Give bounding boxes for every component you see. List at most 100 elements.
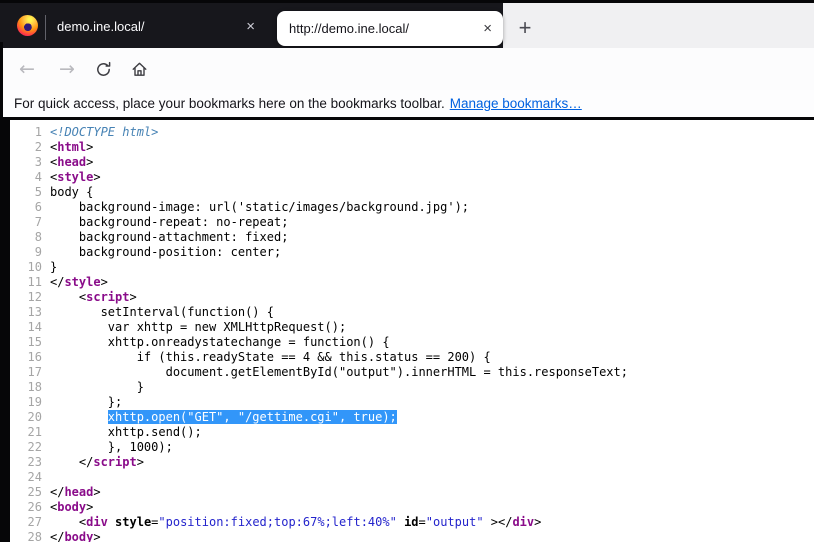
line-number: 19 xyxy=(10,395,42,410)
code-text: <html> xyxy=(42,140,93,155)
line-number: 1 xyxy=(10,125,42,140)
line-number: 17 xyxy=(10,365,42,380)
code-text xyxy=(42,470,50,485)
code-text: </style> xyxy=(42,275,108,290)
tab-label: demo.ine.local/ xyxy=(46,19,242,34)
source-line: 23 </script> xyxy=(10,455,814,470)
reload-icon xyxy=(95,61,112,78)
source-line: 20 xhttp.open("GET", "/gettime.cgi", tru… xyxy=(10,410,814,425)
source-line: 21 xhttp.send(); xyxy=(10,425,814,440)
line-number: 28 xyxy=(10,530,42,542)
line-number: 14 xyxy=(10,320,42,335)
line-number: 24 xyxy=(10,470,42,485)
line-number: 4 xyxy=(10,170,42,185)
home-button[interactable] xyxy=(124,54,154,84)
source-line: 11</style> xyxy=(10,275,814,290)
line-number: 13 xyxy=(10,305,42,320)
code-text: background-image: url('static/images/bac… xyxy=(42,200,469,215)
code-text: var xhttp = new XMLHttpRequest(); xyxy=(42,320,346,335)
code-text: background-attachment: fixed; xyxy=(42,230,288,245)
source-line: 14 var xhttp = new XMLHttpRequest(); xyxy=(10,320,814,335)
line-number: 3 xyxy=(10,155,42,170)
source-line: 25</head> xyxy=(10,485,814,500)
code-text: if (this.readyState == 4 && this.status … xyxy=(42,350,491,365)
tab-close-icon[interactable]: × xyxy=(479,21,503,36)
tab-close-icon[interactable]: × xyxy=(242,19,265,34)
back-arrow-icon: ← xyxy=(19,60,35,79)
home-icon xyxy=(131,61,148,78)
code-text: <div style="position:fixed;top:67%;left:… xyxy=(42,515,541,530)
source-line: 18 } xyxy=(10,380,814,395)
navigation-toolbar: ← → view-source:http://demo.ine.local/ xyxy=(0,48,814,90)
line-number: 11 xyxy=(10,275,42,290)
source-line: 22 }, 1000); xyxy=(10,440,814,455)
line-number: 10 xyxy=(10,260,42,275)
source-line: 10} xyxy=(10,260,814,275)
manage-bookmarks-link[interactable]: Manage bookmarks… xyxy=(450,96,582,111)
code-text: xhttp.send(); xyxy=(42,425,202,440)
line-number: 16 xyxy=(10,350,42,365)
source-line: 24 xyxy=(10,470,814,485)
code-text: setInterval(function() { xyxy=(42,305,274,320)
view-source-content[interactable]: 1<!DOCTYPE html>2<html>3<head>4<style>5b… xyxy=(10,120,814,542)
code-text: document.getElementById("output").innerH… xyxy=(42,365,628,380)
line-number: 8 xyxy=(10,230,42,245)
source-line: 2<html> xyxy=(10,140,814,155)
source-line: 12 <script> xyxy=(10,290,814,305)
source-line: 4<style> xyxy=(10,170,814,185)
code-text: xhttp.open("GET", "/gettime.cgi", true); xyxy=(42,410,397,425)
code-text: } xyxy=(42,380,144,395)
code-text: </head> xyxy=(42,485,101,500)
line-number: 26 xyxy=(10,500,42,515)
code-text: background-position: center; xyxy=(42,245,281,260)
selected-text: xhttp.open("GET", "/gettime.cgi", true); xyxy=(108,410,397,424)
source-line: 16 if (this.readyState == 4 && this.stat… xyxy=(10,350,814,365)
bookmarks-placeholder-text: For quick access, place your bookmarks h… xyxy=(14,96,445,111)
code-text: <script> xyxy=(42,290,137,305)
line-number: 5 xyxy=(10,185,42,200)
tab-view-source-active[interactable]: http://demo.ine.local/ × xyxy=(277,11,503,46)
code-text: <!DOCTYPE html> xyxy=(42,125,158,140)
reload-button[interactable] xyxy=(88,54,118,84)
code-text: xhttp.onreadystatechange = function() { xyxy=(42,335,390,350)
code-text: } xyxy=(42,260,57,275)
left-edge-strip xyxy=(0,42,3,120)
source-line: 6 background-image: url('static/images/b… xyxy=(10,200,814,215)
source-line: 15 xhttp.onreadystatechange = function()… xyxy=(10,335,814,350)
back-button[interactable]: ← xyxy=(12,54,42,84)
source-line: 3<head> xyxy=(10,155,814,170)
code-text: }; xyxy=(42,395,122,410)
forward-button[interactable]: → xyxy=(52,54,82,84)
new-tab-button[interactable]: + xyxy=(508,11,542,44)
source-line: 7 background-repeat: no-repeat; xyxy=(10,215,814,230)
line-number: 23 xyxy=(10,455,42,470)
line-number: 15 xyxy=(10,335,42,350)
line-number: 21 xyxy=(10,425,42,440)
source-line: 8 background-attachment: fixed; xyxy=(10,230,814,245)
source-line: 13 setInterval(function() { xyxy=(10,305,814,320)
tab-demo-ine-local[interactable]: demo.ine.local/ × xyxy=(46,9,265,44)
line-number: 9 xyxy=(10,245,42,260)
line-number: 18 xyxy=(10,380,42,395)
source-line: 1<!DOCTYPE html> xyxy=(10,125,814,140)
line-number: 2 xyxy=(10,140,42,155)
source-line: 17 document.getElementById("output").inn… xyxy=(10,365,814,380)
source-line: 28</body> xyxy=(10,530,814,542)
code-text: </body> xyxy=(42,530,101,542)
source-line: 26<body> xyxy=(10,500,814,515)
code-text: <head> xyxy=(42,155,93,170)
line-number: 20 xyxy=(10,410,42,425)
code-text: background-repeat: no-repeat; xyxy=(42,215,288,230)
line-number: 27 xyxy=(10,515,42,530)
source-line: 5body { xyxy=(10,185,814,200)
code-text: body { xyxy=(42,185,93,200)
source-line: 27 <div style="position:fixed;top:67%;le… xyxy=(10,515,814,530)
line-number: 22 xyxy=(10,440,42,455)
code-text: </script> xyxy=(42,455,144,470)
firefox-icon xyxy=(17,15,38,36)
source-line: 9 background-position: center; xyxy=(10,245,814,260)
forward-arrow-icon: → xyxy=(59,60,75,79)
firefox-menu-button[interactable] xyxy=(10,9,44,42)
source-line: 19 }; xyxy=(10,395,814,410)
line-number: 25 xyxy=(10,485,42,500)
